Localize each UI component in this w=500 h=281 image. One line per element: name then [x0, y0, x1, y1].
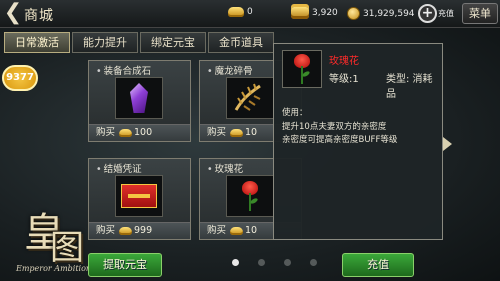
currency-ingot-stack: 3,920 [291, 7, 338, 21]
tab-ability-boost[interactable]: 能力提升 [72, 32, 138, 53]
shop-item-card[interactable]: 装备合成石 购买 100 [88, 60, 191, 142]
tooltip-icon-frame [282, 50, 322, 88]
marriage-certificate-icon [121, 184, 157, 208]
item-price-bar[interactable]: 购买 999 [89, 222, 190, 239]
item-name: 魔龙碎骨 [207, 63, 253, 77]
buy-label: 购买 [207, 127, 227, 138]
logo-subtitle: Emperor Ambition [16, 264, 92, 273]
gold-ingot-icon [228, 7, 244, 17]
gold-ingot-stack-icon [291, 7, 309, 19]
item-price: 100 [134, 127, 153, 138]
side-badge[interactable]: 9377 [2, 65, 38, 91]
tooltip-item-name: 玫瑰花 [329, 56, 359, 67]
gold-ingot-icon [119, 128, 133, 137]
currency-ingot-stack-value: 3,920 [312, 8, 338, 18]
item-price: 10 [245, 127, 258, 138]
page-dot[interactable] [232, 259, 239, 266]
top-bar: ❮ 商城 0 3,920 31,929,594 + 充值 菜单 [0, 0, 500, 28]
buy-label: 购买 [207, 225, 227, 236]
recharge-label[interactable]: 充值 [438, 8, 454, 19]
rose-icon [291, 54, 313, 84]
purple-crystal-icon [130, 83, 148, 113]
tab-daily-activation[interactable]: 日常激活 [4, 32, 70, 53]
page-title: 商城 [24, 8, 54, 24]
tooltip-item-type: 类型: 消耗品 [386, 74, 433, 100]
item-name: 装备合成石 [96, 63, 152, 77]
item-icon-frame [226, 77, 274, 119]
buy-label: 购买 [96, 127, 116, 138]
recharge-button[interactable]: 充值 [342, 253, 414, 277]
recharge-plus-icon[interactable]: + [418, 4, 437, 23]
item-price: 999 [134, 225, 153, 236]
item-price: 10 [245, 225, 258, 236]
item-name: 结婚凭证 [96, 161, 142, 175]
currency-coin: 31,929,594 [347, 7, 415, 21]
currency-ingot: 0 [228, 7, 253, 21]
tooltip-usage-line: 亲密度可提高亲密度BUFF等级 [282, 135, 398, 145]
gold-ingot-icon [230, 226, 244, 235]
tooltip-item-level: 等级:1 [329, 74, 359, 85]
tooltip-usage-line: 提升10点夫妻双方的亲密度 [282, 122, 387, 132]
logo-glyph-2: 图 [50, 228, 84, 268]
back-arrow-icon[interactable]: ❮ [2, 2, 24, 26]
item-icon-frame [226, 175, 274, 217]
item-tooltip: 玫瑰花 等级:1 类型: 消耗品 使用： 提升10点夫妻双方的亲密度 亲密度可提… [273, 43, 443, 240]
currency-coin-value: 31,929,594 [363, 8, 415, 19]
dragon-bone-icon [234, 83, 261, 111]
tab-gold-items[interactable]: 金币道具 [208, 32, 274, 53]
item-icon-frame [115, 175, 163, 217]
gold-ingot-icon [230, 128, 244, 137]
item-name: 玫瑰花 [207, 161, 244, 175]
tooltip-usage-title: 使用： [282, 108, 308, 118]
withdraw-ingot-button[interactable]: 提取元宝 [88, 253, 162, 277]
item-icon-frame [115, 77, 163, 119]
page-dot[interactable] [310, 259, 317, 266]
page-dot[interactable] [284, 259, 291, 266]
menu-button[interactable]: 菜单 [462, 3, 498, 24]
tab-bound-ingot[interactable]: 绑定元宝 [140, 32, 206, 53]
gold-coin-icon [347, 7, 360, 20]
currency-ingot-value: 0 [247, 7, 253, 17]
item-price-bar[interactable]: 购买 100 [89, 124, 190, 141]
page-dot[interactable] [258, 259, 265, 266]
next-page-arrow-icon[interactable] [443, 137, 452, 151]
rose-icon [239, 181, 261, 211]
gold-ingot-icon [119, 226, 133, 235]
